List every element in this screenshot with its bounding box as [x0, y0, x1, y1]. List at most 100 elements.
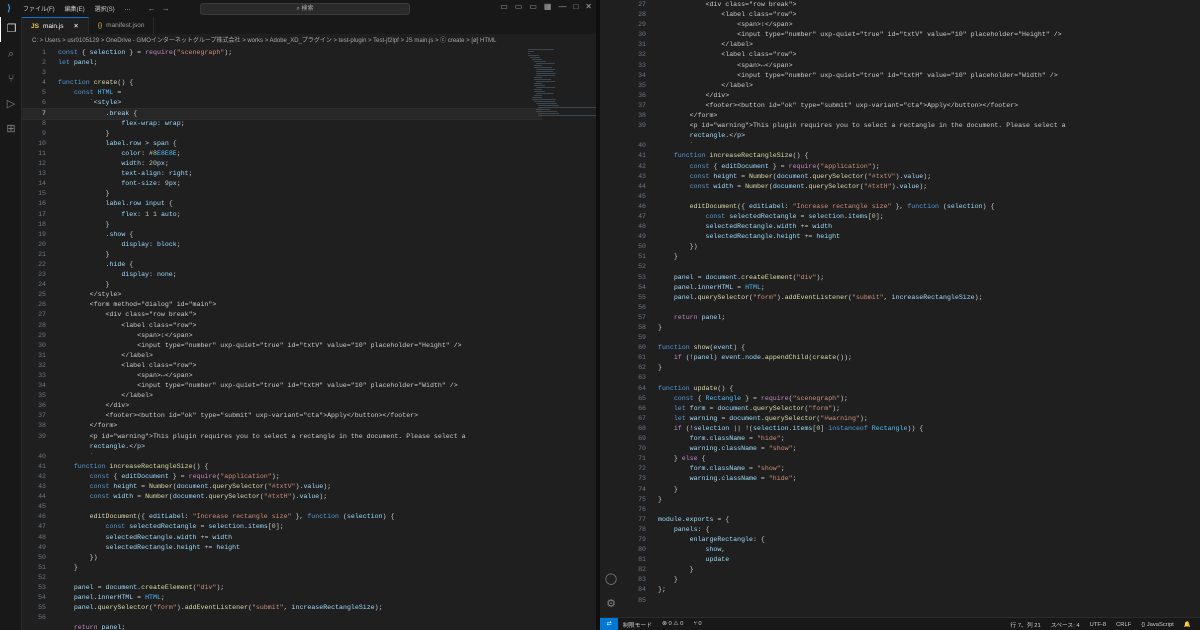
left-code-line[interactable]: 7 .break {: [22, 107, 542, 120]
left-code-line[interactable]: 42 const { editDocument } = require("app…: [22, 472, 542, 482]
right-code-line[interactable]: 27 <div class="row break">: [622, 0, 1200, 10]
left-code-line[interactable]: 55 panel.querySelector("form").addEventL…: [22, 603, 542, 613]
right-code-line[interactable]: 32 <label class="row">: [622, 50, 1200, 60]
right-code-line[interactable]: 67 let warning = document.querySelector(…: [622, 414, 1200, 424]
settings-gear-icon[interactable]: ⚙: [600, 597, 622, 610]
code-editor-right[interactable]: 27 <div class="row break"> 28 <label clas…: [622, 0, 1200, 617]
right-code-line[interactable]: 80 show,: [622, 545, 1200, 555]
minimize-icon[interactable]: —: [558, 2, 566, 11]
right-code-line[interactable]: 66 let form = document.querySelector("fo…: [622, 404, 1200, 414]
left-code-line[interactable]: 9 }: [22, 129, 542, 139]
left-code-line[interactable]: 25 </style>: [22, 290, 542, 300]
left-code-line[interactable]: return panel;: [22, 623, 542, 630]
problems-status[interactable]: ⊗ 0 ⚠ 0: [657, 621, 688, 627]
right-code-line[interactable]: 65 const { Rectangle } = require("sceneg…: [622, 394, 1200, 404]
right-code-line[interactable]: 38 </form>: [622, 111, 1200, 121]
right-code-line[interactable]: 46 editDocument({ editLabel: "Increase r…: [622, 202, 1200, 212]
right-code-line[interactable]: 59: [622, 333, 1200, 343]
right-code-line[interactable]: 70 warning.className = "show";: [622, 444, 1200, 454]
left-code-line[interactable]: 49 selectedRectangle.height += height: [22, 543, 542, 553]
left-code-line[interactable]: 50 }): [22, 553, 542, 563]
right-code-line[interactable]: 33 <span>↔︎</span>: [622, 61, 1200, 71]
right-code-line[interactable]: 83 }: [622, 575, 1200, 585]
left-code-line[interactable]: 40 `: [22, 452, 542, 462]
right-code-line[interactable]: 52: [622, 262, 1200, 272]
remote-indicator-icon[interactable]: ⇄: [600, 617, 618, 630]
left-code-line[interactable]: 16 label.row input {: [22, 199, 542, 209]
right-code-line[interactable]: 28 <label class="row">: [622, 10, 1200, 20]
right-code-line[interactable]: 40 `: [622, 141, 1200, 151]
right-code-line[interactable]: 48 selectedRectangle.width += width: [622, 222, 1200, 232]
indentation-status[interactable]: スペース: 4: [1046, 620, 1085, 629]
encoding-status[interactable]: UTF-8: [1085, 622, 1111, 628]
right-code-line[interactable]: 50 }): [622, 242, 1200, 252]
left-code-line[interactable]: 12 width: 20px;: [22, 159, 542, 169]
left-code-line[interactable]: 35 </label>: [22, 391, 542, 401]
breadcrumb[interactable]: C: > Users > usr0105129 > OneDrive - GMO…: [22, 34, 596, 48]
left-code-line[interactable]: 32 <label class="row">: [22, 361, 542, 371]
right-code-line[interactable]: 77 module.exports = {: [622, 515, 1200, 525]
menu-more[interactable]: …: [120, 6, 136, 12]
left-code-line[interactable]: 23 display: none;: [22, 270, 542, 280]
right-code-line[interactable]: 58}: [622, 323, 1200, 333]
run-debug-icon[interactable]: ▷: [0, 92, 22, 117]
left-code-line[interactable]: 31 </label>: [22, 351, 542, 361]
right-code-line[interactable]: 42 const { editDocument } = require("app…: [622, 162, 1200, 172]
restricted-mode-status[interactable]: 制限モード: [618, 620, 657, 629]
right-code-line[interactable]: 34 <input type="number" uxp-quiet="true"…: [622, 71, 1200, 81]
right-code-line[interactable]: 79 enlargeRectangle: {: [622, 535, 1200, 545]
left-code-line[interactable]: 51 }: [22, 563, 542, 573]
left-code-line[interactable]: 10 label.row > span {: [22, 139, 542, 149]
left-code-line[interactable]: 54 panel.innerHTML = HTML;: [22, 593, 542, 603]
right-code-line[interactable]: 78 panels: {: [622, 525, 1200, 535]
left-code-line[interactable]: 38 </form>: [22, 421, 542, 431]
left-code-line[interactable]: 41 function increaseRectangleSize() {: [22, 462, 542, 472]
right-code-line[interactable]: 85: [622, 596, 1200, 606]
right-code-line[interactable]: 56: [622, 303, 1200, 313]
left-code-line[interactable]: 4 function create() {: [22, 78, 542, 88]
left-code-line[interactable]: 20 display: block;: [22, 240, 542, 250]
left-code-line[interactable]: 13 text-align: right;: [22, 169, 542, 179]
left-code-line[interactable]: 29 <span>↕︎</span>: [22, 331, 542, 341]
right-code-line[interactable]: 53 panel = document.createElement("div")…: [622, 273, 1200, 283]
right-code-line[interactable]: 35 </label>: [622, 81, 1200, 91]
right-code-line[interactable]: 30 <input type="number" uxp-quiet="true"…: [622, 30, 1200, 40]
toggle-secondary-sidebar-icon[interactable]: ▭: [529, 2, 537, 11]
left-code-line[interactable]: rectangle.</p>: [22, 442, 542, 452]
right-code-line[interactable]: 41 function increaseRectangleSize() {: [622, 151, 1200, 161]
left-code-line[interactable]: 53 panel = document.createElement("div")…: [22, 583, 542, 593]
account-icon[interactable]: ◯: [600, 572, 622, 585]
source-control-icon[interactable]: ⑂: [0, 67, 22, 92]
maximize-icon[interactable]: □: [573, 2, 578, 11]
right-code-line[interactable]: 60 function show(event) {: [622, 343, 1200, 353]
left-code-line[interactable]: 2 let panel;: [22, 58, 542, 68]
left-code-line[interactable]: 1 const { selection } = require("scenegra…: [22, 48, 542, 58]
tab-main-js[interactable]: JS main.js ✕: [22, 17, 89, 34]
nav-back-icon[interactable]: ←: [148, 4, 156, 13]
right-code-line[interactable]: 49 selectedRectangle.height += height: [622, 232, 1200, 242]
right-code-line[interactable]: 29 <span>↕︎</span>: [622, 20, 1200, 30]
explorer-icon[interactable]: ❐: [0, 17, 22, 42]
tab-manifest-json[interactable]: {} manifest.json: [89, 17, 155, 34]
left-code-line[interactable]: 43 const height = Number(document.queryS…: [22, 482, 542, 492]
extensions-icon[interactable]: ⊞: [0, 117, 22, 142]
command-search-box[interactable]: ⌕ 検索: [200, 3, 410, 15]
language-mode-status[interactable]: {} JavaScript: [1136, 622, 1179, 628]
left-code-line[interactable]: 48 selectedRectangle.width += width: [22, 533, 542, 543]
left-code-line[interactable]: 18 }: [22, 220, 542, 230]
left-code-line[interactable]: 30 <input type="number" uxp-quiet="true"…: [22, 341, 542, 351]
left-code-line[interactable]: 47 const selectedRectangle = selection.i…: [22, 522, 542, 532]
menu-select[interactable]: 選択(S): [90, 4, 120, 13]
right-code-line[interactable]: 63: [622, 373, 1200, 383]
left-code-line[interactable]: 28 <label class="row">: [22, 321, 542, 331]
right-code-line[interactable]: rectangle.</p>: [622, 131, 1200, 141]
right-code-line[interactable]: 47 const selectedRectangle = selection.i…: [622, 212, 1200, 222]
notifications-bell-icon[interactable]: 🔔: [1179, 622, 1196, 628]
eol-status[interactable]: CRLF: [1111, 622, 1136, 628]
left-code-line[interactable]: 52: [22, 573, 542, 583]
right-code-line[interactable]: 68 if (!selection || !(selection.items[0…: [622, 424, 1200, 434]
ports-status[interactable]: ⑂ 0: [688, 621, 706, 627]
left-code-line[interactable]: 22 .hide {: [22, 260, 542, 270]
left-code-line[interactable]: 3: [22, 68, 542, 78]
left-code-line[interactable]: 33 <span>↔︎</span>: [22, 371, 542, 381]
